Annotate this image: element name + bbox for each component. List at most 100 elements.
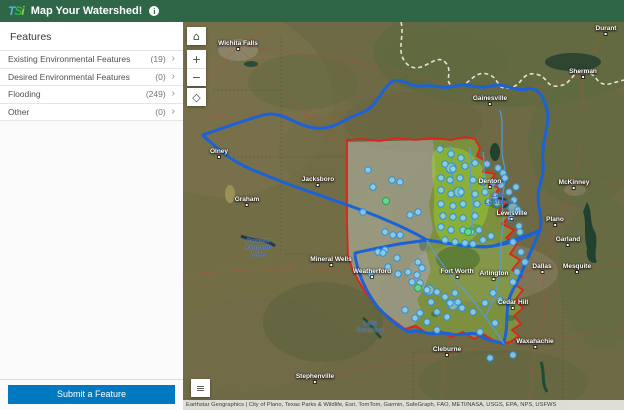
flood-marker[interactable] [441,236,449,244]
flood-marker[interactable] [443,313,451,321]
flood-marker[interactable] [457,154,465,162]
flood-marker[interactable] [454,298,462,306]
flood-marker[interactable] [369,183,377,191]
flood-marker[interactable] [489,289,497,297]
flood-marker[interactable] [367,270,375,278]
submit-feature-button[interactable]: Submit a Feature [8,385,175,404]
flood-marker[interactable] [406,211,414,219]
flood-marker[interactable] [436,145,444,153]
legend-button[interactable]: ≡ [191,379,210,397]
flood-marker[interactable] [384,263,392,271]
flood-marker[interactable] [401,306,409,314]
flood-marker[interactable] [404,268,412,276]
flood-marker[interactable] [475,226,483,234]
info-icon[interactable]: i [149,6,160,16]
flood-marker[interactable] [481,299,489,307]
flood-marker[interactable] [437,223,445,231]
home-button[interactable]: ⌂ [187,27,206,45]
flood-marker[interactable] [509,278,517,286]
flood-marker[interactable] [411,314,419,322]
flood-marker[interactable] [489,179,497,187]
flood-marker[interactable] [433,326,441,334]
flood-marker[interactable] [469,176,477,184]
flood-marker[interactable] [388,176,396,184]
flood-marker[interactable] [379,249,387,257]
flood-marker[interactable] [513,268,521,276]
flood-marker[interactable] [484,198,492,206]
flood-marker[interactable] [464,228,472,236]
flood-marker[interactable] [481,188,489,196]
flood-marker[interactable] [469,240,477,248]
flood-marker[interactable] [456,174,464,182]
flood-marker[interactable] [496,296,504,304]
zoom-in-button[interactable]: + [187,50,206,68]
flood-marker[interactable] [394,270,402,278]
flood-marker[interactable] [381,228,389,236]
flood-marker[interactable] [486,354,494,362]
zoom-out-button[interactable]: − [187,68,206,86]
flood-marker[interactable] [418,264,426,272]
flood-marker[interactable] [408,278,416,286]
flood-marker[interactable] [437,174,445,182]
flood-marker[interactable] [447,150,455,158]
flood-marker[interactable] [491,319,499,327]
flood-marker[interactable] [449,202,457,210]
flood-marker[interactable] [514,206,522,214]
flood-marker[interactable] [449,165,457,173]
flood-marker[interactable] [471,212,479,220]
flood-marker[interactable] [516,228,524,236]
flood-marker[interactable] [396,231,404,239]
flood-marker[interactable] [414,208,422,216]
flood-marker[interactable] [459,200,467,208]
feature-row-flooding[interactable]: Flooding (249) › [0,86,183,104]
flood-marker[interactable] [446,299,454,307]
flood-marker[interactable] [446,176,454,184]
flood-marker[interactable] [439,212,447,220]
flood-marker[interactable] [483,160,491,168]
flood-marker[interactable] [437,186,445,194]
flood-marker[interactable] [441,160,449,168]
flood-marker[interactable] [389,231,397,239]
flood-marker[interactable] [497,181,505,189]
flood-marker[interactable] [479,236,487,244]
locate-button[interactable]: ◇ [187,88,206,106]
flood-marker[interactable] [451,289,459,297]
flood-marker[interactable] [510,196,518,204]
flood-marker[interactable] [364,166,372,174]
flood-marker[interactable] [451,238,459,246]
flood-marker[interactable] [515,222,523,230]
flood-marker[interactable] [459,214,467,222]
flood-marker[interactable] [473,200,481,208]
flood-marker[interactable] [461,239,469,247]
flood-marker[interactable] [413,271,421,279]
flood-marker[interactable] [487,232,495,240]
feature-row-other[interactable]: Other (0) › [0,103,183,121]
flood-marker[interactable] [512,183,520,191]
flood-marker[interactable] [437,200,445,208]
flood-marker[interactable] [427,298,435,306]
flood-marker[interactable] [507,214,515,222]
flood-marker[interactable] [382,197,390,205]
flood-marker[interactable] [521,258,529,266]
flood-marker[interactable] [509,238,517,246]
flood-marker[interactable] [493,199,501,207]
flood-marker[interactable] [501,174,509,182]
flood-marker[interactable] [476,328,484,336]
flood-marker[interactable] [414,258,422,266]
feature-row-existing-environmental-features[interactable]: Existing Environmental Features (19) › [0,51,183,69]
flood-marker[interactable] [441,293,449,301]
flood-marker[interactable] [433,288,441,296]
flood-marker[interactable] [471,159,479,167]
flood-marker[interactable] [433,308,441,316]
flood-marker[interactable] [505,188,513,196]
flood-marker[interactable] [517,248,525,256]
flood-marker[interactable] [469,308,477,316]
flood-marker[interactable] [447,226,455,234]
flood-marker[interactable] [461,162,469,170]
map[interactable]: Wichita Falls Olney Jacksboro Graham Mineral… [183,22,624,410]
flood-marker[interactable] [393,254,401,262]
flood-marker[interactable] [509,351,517,359]
flood-marker[interactable] [423,318,431,326]
flood-marker[interactable] [458,304,466,312]
flood-marker[interactable] [416,309,424,317]
